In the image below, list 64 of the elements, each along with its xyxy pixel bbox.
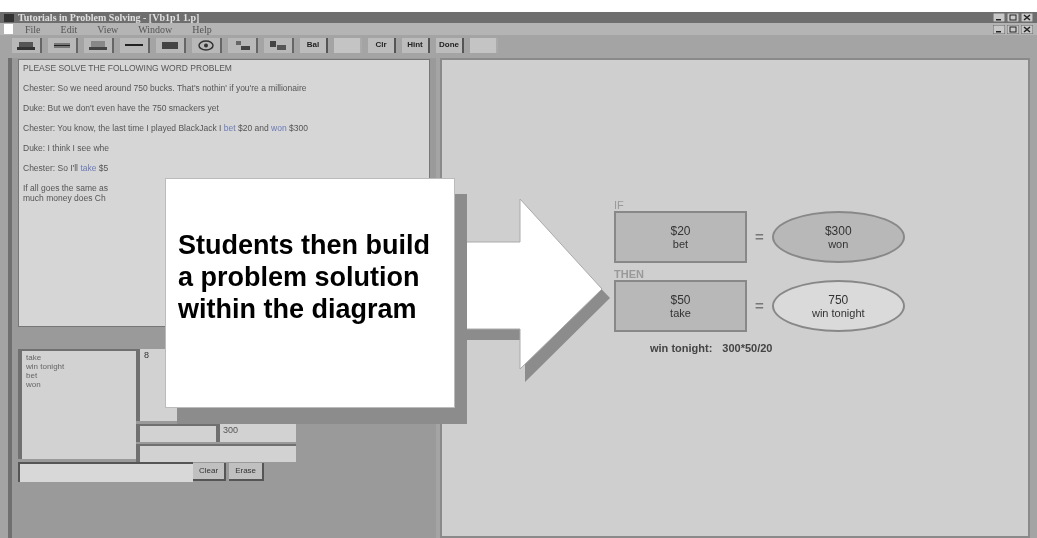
action-button[interactable]: Erase	[229, 463, 265, 481]
menu-item[interactable]: Help	[192, 23, 212, 35]
toolbar-button[interactable]	[156, 37, 186, 53]
value-text: $300	[824, 223, 852, 238]
toolbar-button[interactable]	[228, 37, 258, 53]
problem-line: Chester: So I'll take $5	[23, 163, 109, 173]
value-text: 750	[828, 292, 849, 307]
list-item[interactable]: bet	[26, 371, 132, 380]
menu-item[interactable]: Window	[138, 23, 173, 35]
name-text: won	[828, 237, 849, 251]
shapes-icon	[268, 38, 288, 52]
menu-item[interactable]: View	[97, 23, 119, 35]
entry-field[interactable]	[18, 462, 193, 482]
value-text: $20	[670, 223, 691, 238]
menu-item[interactable]: File	[25, 23, 41, 35]
problem-line: Chester: So we need around 750 bucks. That's nothin' if you're a millionaire	[23, 83, 307, 93]
toolbar-button[interactable]	[12, 37, 42, 53]
problem-line: If all goes the same as much money does Ch	[23, 183, 109, 203]
action-button[interactable]: Clear	[193, 463, 227, 481]
toolbar-button[interactable]: Clr	[368, 37, 396, 53]
app-icon	[4, 13, 14, 22]
toolbar-button[interactable]: Hint	[402, 37, 430, 53]
close-icon[interactable]	[1021, 13, 1033, 22]
name-text: bet	[672, 237, 689, 251]
printer-icon	[88, 38, 108, 52]
minimize-icon[interactable]	[993, 24, 1005, 34]
menu-item[interactable]: Edit	[60, 23, 78, 35]
toolbar-button[interactable]	[120, 37, 150, 53]
list-item[interactable]: win tonight	[26, 362, 132, 371]
value-box[interactable]: $50 take	[614, 280, 747, 332]
toolbar-button[interactable]	[192, 37, 222, 53]
callout-text: Students then build a problem solution within the diagram	[178, 229, 431, 325]
problem-line: Chester: You know, the last time I played BlackJack I bet $20 and won $300	[23, 123, 308, 133]
input-field[interactable]	[136, 424, 216, 442]
window-title: Tutorials in Problem Solving - [Vb1p1 1.p]	[18, 12, 200, 23]
input-field[interactable]	[136, 444, 296, 462]
problem-line: PLEASE SOLVE THE FOLLOWING WORD PROBLEM	[23, 63, 232, 73]
restore-icon[interactable]	[1007, 24, 1019, 34]
value-ellipse[interactable]: $300 won	[771, 211, 905, 263]
formula-label: win tonight:	[650, 341, 713, 356]
document-icon	[4, 24, 13, 34]
value-text: $50	[670, 292, 691, 307]
value-ellipse[interactable]: 750 win tonight	[771, 280, 905, 332]
close-icon[interactable]	[1021, 24, 1033, 34]
number-field[interactable]: 300	[216, 424, 296, 442]
toolbar-button[interactable]: Done	[436, 37, 464, 53]
list-item[interactable]: take	[26, 353, 132, 362]
toolbar-button[interactable]: Bal	[300, 37, 328, 53]
problem-line: Duke: But we don't even have the 750 smackers yet	[23, 103, 219, 113]
eye-icon	[196, 38, 216, 52]
problem-line: Duke: I think I see whe	[23, 143, 109, 153]
minimize-icon[interactable]	[993, 13, 1005, 22]
equals-sign: =	[755, 226, 764, 247]
name-text: win tonight	[811, 306, 865, 320]
toolbar-button[interactable]	[264, 37, 294, 53]
value-box[interactable]: $20 bet	[614, 211, 747, 263]
equals-sign: =	[755, 295, 764, 316]
toolbar-button[interactable]	[48, 37, 78, 53]
formula-text: 300*50/20	[722, 341, 773, 356]
variable-list[interactable]: take win tonight bet won	[18, 349, 136, 459]
name-text: take	[670, 306, 691, 320]
list-item[interactable]: won	[26, 380, 132, 389]
toolbar-button[interactable]	[84, 37, 114, 53]
restore-icon[interactable]	[1007, 13, 1019, 22]
